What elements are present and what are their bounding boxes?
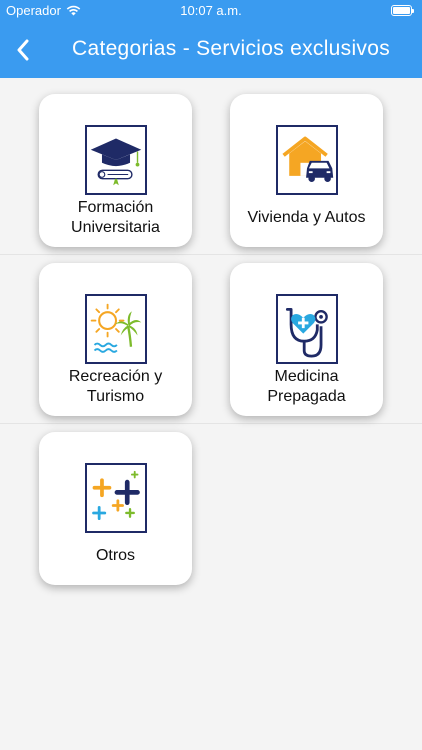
category-otros[interactable]: Otros — [39, 432, 192, 585]
category-medicina-prepagada[interactable]: Medicina Prepagada — [230, 263, 383, 416]
category-grid: Formación Universitaria Vivienda y Autos — [0, 78, 422, 750]
category-formacion-universitaria[interactable]: Formación Universitaria — [39, 94, 192, 247]
chevron-left-icon — [17, 39, 29, 61]
category-label: Medicina Prepagada — [267, 368, 346, 405]
plus-signs-icon — [85, 463, 147, 533]
stethoscope-icon — [276, 294, 338, 364]
category-vivienda-y-autos[interactable]: Vivienda y Autos — [230, 94, 383, 247]
category-recreacion-y-turismo[interactable]: Recreación y Turismo — [39, 263, 192, 416]
battery-icon — [391, 5, 414, 16]
category-label: Formación Universitaria — [71, 199, 160, 236]
category-label: Vivienda y Autos — [247, 209, 366, 226]
page-title: Categorias - Servicios exclusivos — [72, 37, 391, 60]
clock: 10:07 a.m. — [180, 3, 242, 18]
sun-palm-icon — [85, 294, 147, 364]
graduation-cap-icon — [85, 125, 147, 195]
category-label: Otros — [95, 547, 136, 564]
status-bar: Operador 10:07 a.m. — [0, 0, 422, 22]
navigation-bar: Categorias - Servicios exclusivos — [0, 22, 422, 78]
back-button[interactable] — [8, 34, 38, 66]
house-car-icon — [276, 125, 338, 195]
row-divider — [0, 254, 422, 255]
row-divider — [0, 423, 422, 424]
category-label: Recreación y Turismo — [68, 368, 163, 405]
